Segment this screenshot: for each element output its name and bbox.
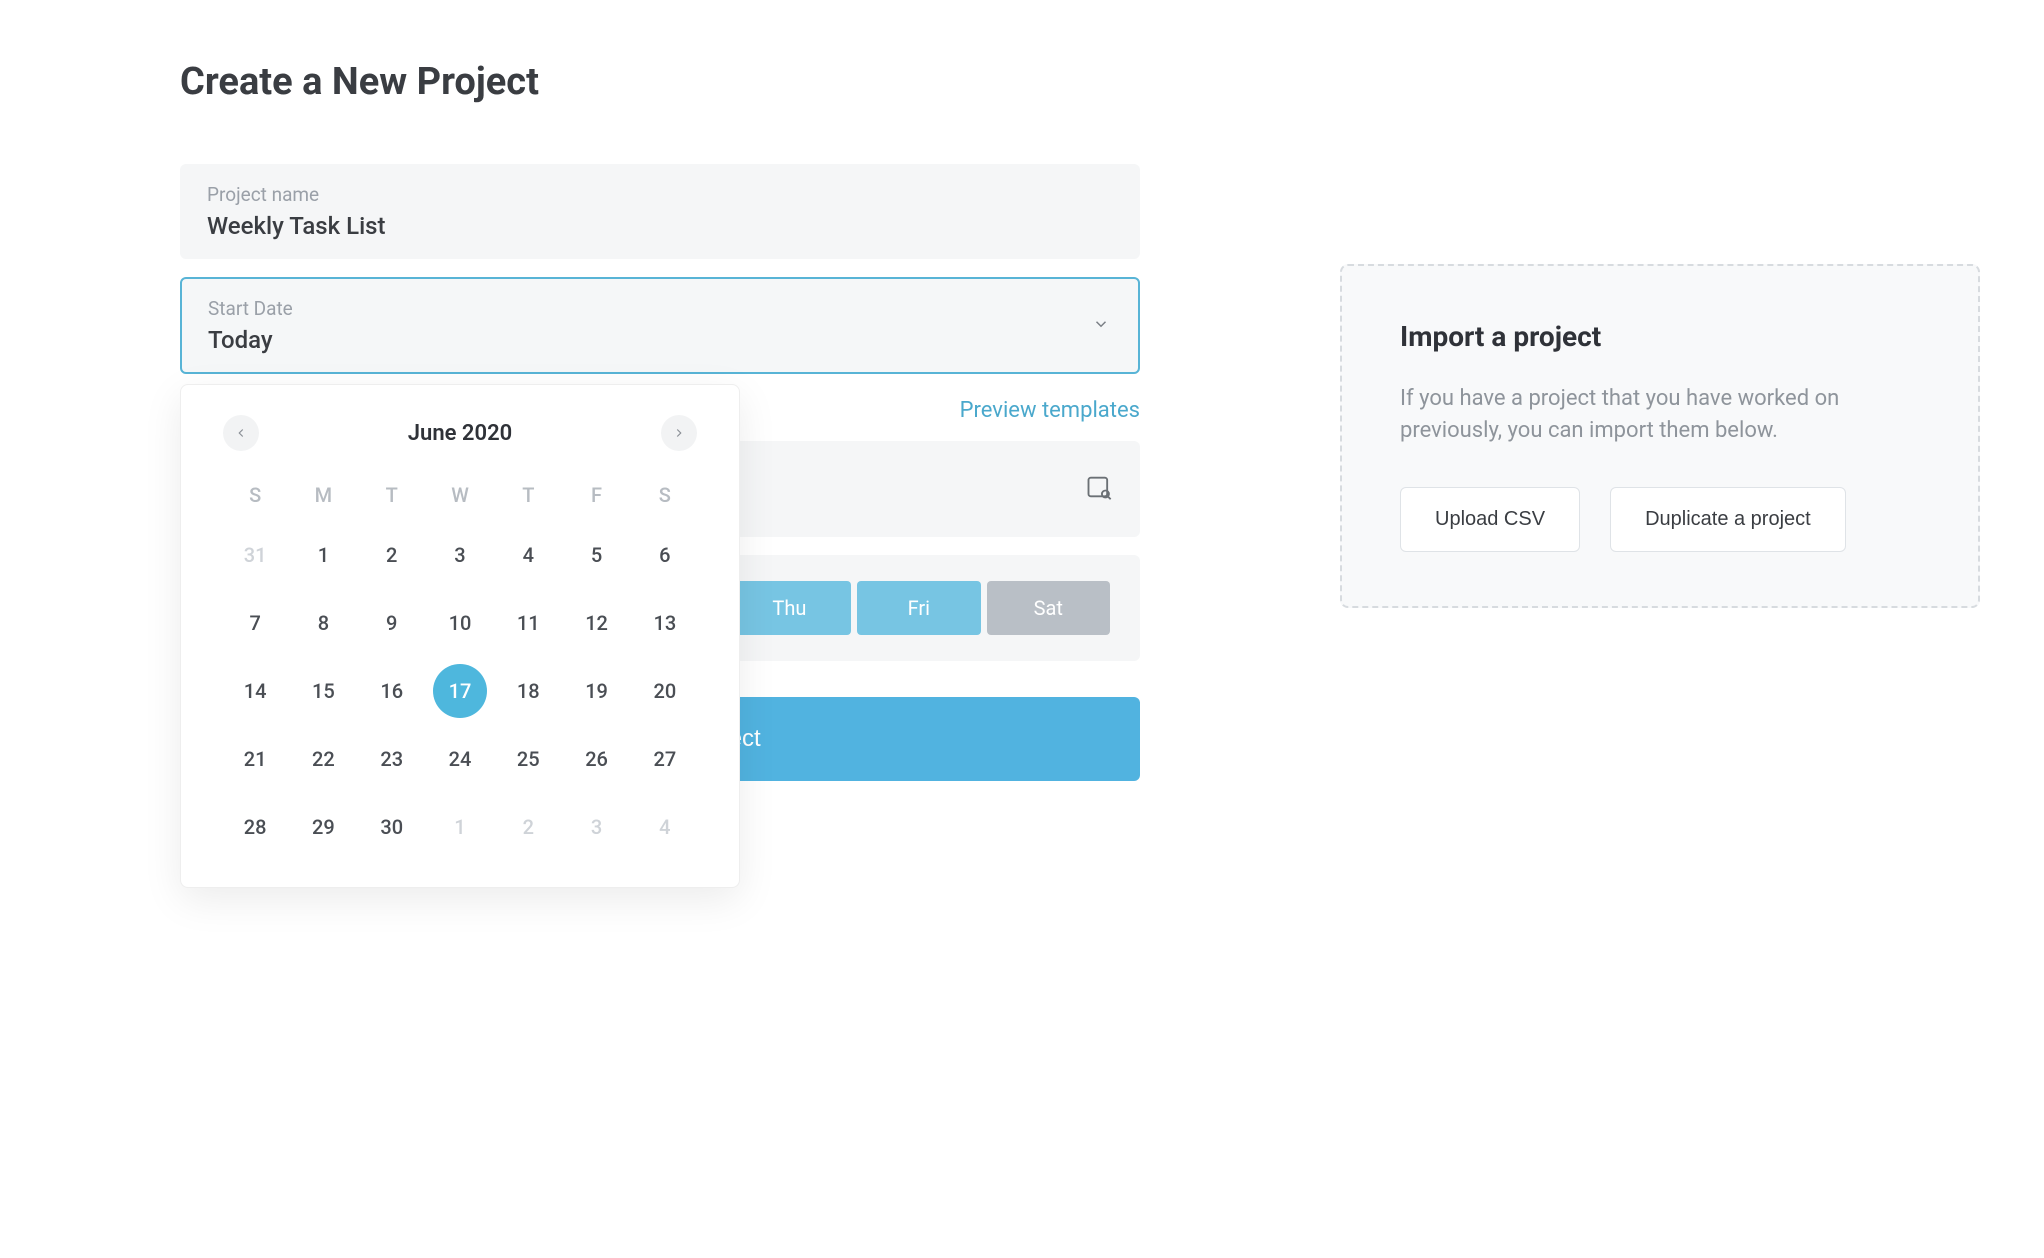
datepicker-day[interactable]: 28 <box>221 807 289 847</box>
datepicker-dow: T <box>358 483 426 507</box>
datepicker-day[interactable]: 1 <box>289 535 357 575</box>
datepicker-day[interactable]: 29 <box>289 807 357 847</box>
import-card: Import a project If you have a project t… <box>1340 264 1980 608</box>
datepicker-day[interactable]: 12 <box>562 603 630 643</box>
datepicker-day[interactable]: 2 <box>358 535 426 575</box>
start-date-value: Today <box>208 326 1112 354</box>
datepicker-day[interactable]: 5 <box>562 535 630 575</box>
datepicker-day[interactable]: 4 <box>631 807 699 847</box>
datepicker-day[interactable]: 24 <box>426 739 494 779</box>
datepicker-day[interactable]: 30 <box>358 807 426 847</box>
datepicker-day[interactable]: 6 <box>631 535 699 575</box>
datepicker-day[interactable]: 3 <box>426 535 494 575</box>
datepicker-day[interactable]: 8 <box>289 603 357 643</box>
datepicker-day[interactable]: 9 <box>358 603 426 643</box>
datepicker-dow: S <box>221 483 289 507</box>
next-month-button[interactable] <box>661 415 697 451</box>
datepicker-day[interactable]: 21 <box>221 739 289 779</box>
datepicker-day[interactable]: 31 <box>221 535 289 575</box>
datepicker-day[interactable]: 17 <box>426 671 494 711</box>
datepicker-day[interactable]: 18 <box>494 671 562 711</box>
project-name-label: Project name <box>207 183 1113 206</box>
datepicker-day[interactable]: 15 <box>289 671 357 711</box>
working-day-toggle[interactable]: Fri <box>857 581 980 635</box>
working-day-toggle[interactable]: Thu <box>728 581 851 635</box>
datepicker-day[interactable]: 2 <box>494 807 562 847</box>
duplicate-project-button[interactable]: Duplicate a project <box>1610 487 1846 552</box>
datepicker-day[interactable]: 1 <box>426 807 494 847</box>
datepicker-day[interactable]: 23 <box>358 739 426 779</box>
project-name-value: Weekly Task List <box>207 212 1113 240</box>
datepicker-day[interactable]: 4 <box>494 535 562 575</box>
datepicker-day[interactable]: 27 <box>631 739 699 779</box>
datepicker-day[interactable]: 3 <box>562 807 630 847</box>
start-date-label: Start Date <box>208 297 1112 320</box>
upload-csv-button[interactable]: Upload CSV <box>1400 487 1580 552</box>
working-day-toggle[interactable]: Sat <box>987 581 1110 635</box>
datepicker-popup: June 2020 SMTWTFS31123456789101112131415… <box>180 384 740 888</box>
datepicker-dow: W <box>426 483 494 507</box>
import-title: Import a project <box>1400 320 1920 353</box>
datepicker-day[interactable]: 20 <box>631 671 699 711</box>
datepicker-day[interactable]: 7 <box>221 603 289 643</box>
datepicker-dow: F <box>562 483 630 507</box>
start-date-field[interactable]: Start Date Today <box>180 277 1140 374</box>
datepicker-day[interactable]: 16 <box>358 671 426 711</box>
datepicker-day[interactable]: 19 <box>562 671 630 711</box>
project-name-field[interactable]: Project name Weekly Task List <box>180 164 1140 259</box>
datepicker-month-label: June 2020 <box>408 421 512 446</box>
chevron-down-icon <box>1092 315 1110 337</box>
datepicker-dow: T <box>494 483 562 507</box>
search-template-icon[interactable] <box>1085 473 1113 505</box>
datepicker-day[interactable]: 11 <box>494 603 562 643</box>
datepicker-day[interactable]: 26 <box>562 739 630 779</box>
import-description: If you have a project that you have work… <box>1400 383 1920 447</box>
preview-templates-link[interactable]: Preview templates <box>960 398 1140 423</box>
datepicker-day[interactable]: 10 <box>426 603 494 643</box>
datepicker-day[interactable]: 22 <box>289 739 357 779</box>
datepicker-day[interactable]: 25 <box>494 739 562 779</box>
datepicker-dow: M <box>289 483 357 507</box>
datepicker-day[interactable]: 13 <box>631 603 699 643</box>
datepicker-day[interactable]: 14 <box>221 671 289 711</box>
datepicker-dow: S <box>631 483 699 507</box>
prev-month-button[interactable] <box>223 415 259 451</box>
page-title: Create a New Project <box>180 60 1864 104</box>
